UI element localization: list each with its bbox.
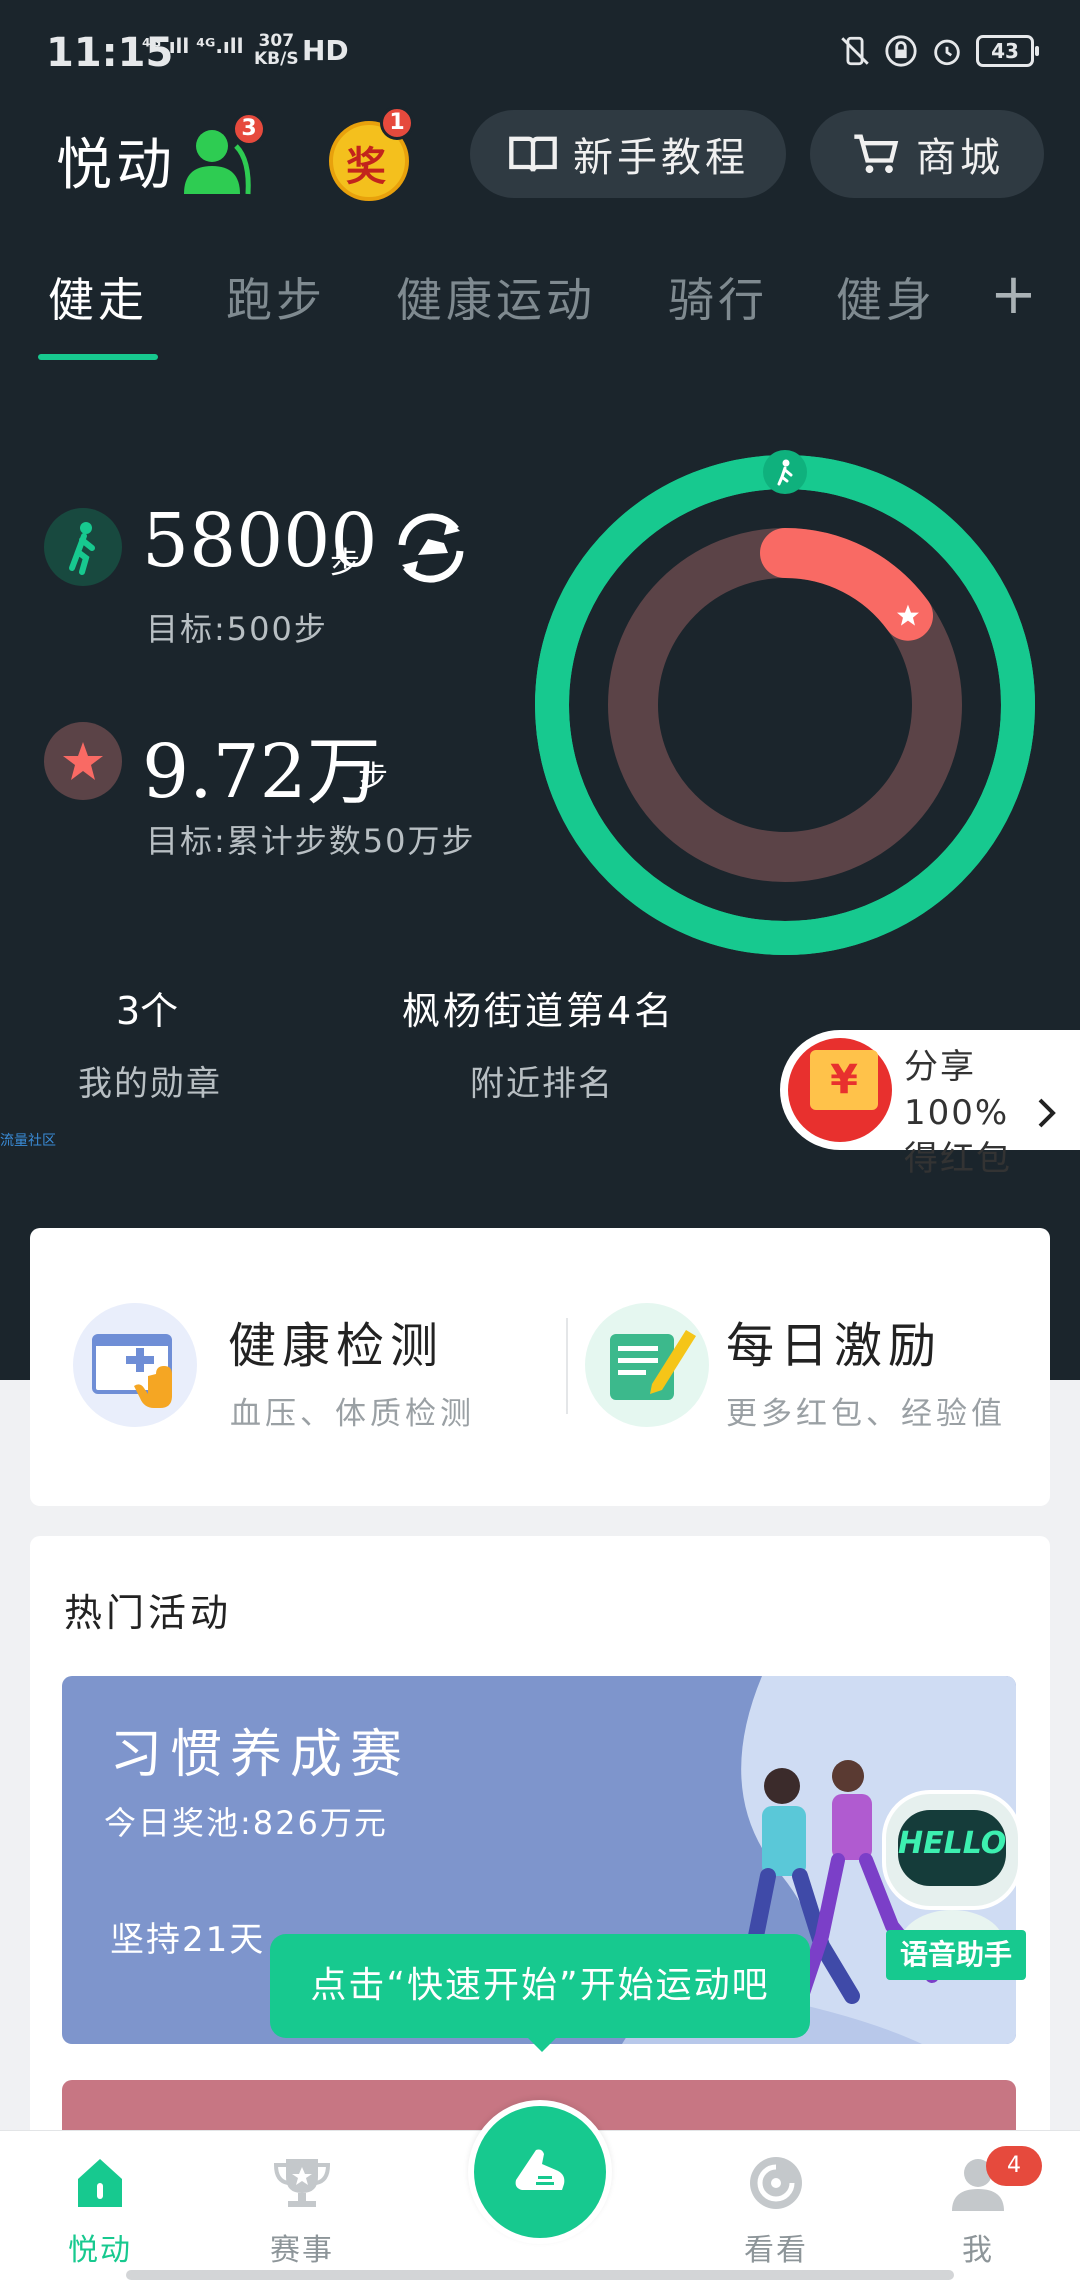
chevron-right-icon <box>1038 1098 1056 1128</box>
health-check-title: 健康检测 <box>228 1318 445 1374</box>
medals-count[interactable]: 3个 <box>116 980 178 1035</box>
vibrate-mute-icon <box>841 36 869 66</box>
battery-icon: 43 <box>976 35 1039 67</box>
nav-events-label: 赛事 <box>270 2233 334 2268</box>
share-red-packet-button[interactable]: ¥ 分享100% 得红包 <box>780 1030 1080 1179</box>
hd-icon: HD <box>302 34 349 67</box>
cart-icon <box>854 134 899 174</box>
daily-reward-entry[interactable]: 每日激励 更多红包、经验值 <box>570 1228 1050 1506</box>
status-bar: 11:15 ⁴ᴳ.ıll ⁴ᴳ.ıll 307 KB/S HD 43 <box>0 0 1080 110</box>
walk-stat-icon <box>44 508 122 586</box>
tab-walking[interactable]: 健走 <box>48 264 148 330</box>
red-packet-line2: 得红包 <box>904 1139 1012 1179</box>
tab-cycling[interactable]: 骑行 <box>668 264 768 330</box>
active-tab-indicator <box>38 354 158 360</box>
robot-screen-text: HELLO <box>898 1826 1007 1861</box>
banner-prize-pool: 今日奖池:826万元 <box>104 1804 388 1842</box>
sync-device-icon[interactable] <box>388 505 474 591</box>
voice-assistant-label[interactable]: 语音助手 <box>886 1930 1026 1980</box>
nearby-rank-value[interactable]: 枫杨街道第4名 <box>402 980 675 1035</box>
nav-profile-label: 我 <box>962 2233 994 2268</box>
status-icons: 43 <box>838 34 1039 68</box>
nav-browse-label: 看看 <box>744 2233 808 2268</box>
medals-label[interactable]: 我的勋章 <box>78 1056 222 1105</box>
home-icon <box>78 2159 122 2207</box>
star-stat-icon <box>44 722 122 800</box>
nav-home-label: 悦动 <box>68 2233 132 2268</box>
sneaker-icon <box>515 2149 565 2190</box>
book-icon <box>509 136 557 172</box>
nav-events[interactable]: 赛事 <box>232 2131 372 2280</box>
red-packet-symbol: ¥ <box>810 1050 878 1110</box>
network-speed-unit: KB/S <box>254 49 299 69</box>
home-indicator <box>126 2270 954 2280</box>
tab-running[interactable]: 跑步 <box>226 264 326 330</box>
banner-description: 坚持21天 <box>110 1920 266 1960</box>
quick-start-tooltip: 点击“快速开始”开始运动吧 <box>270 1934 810 2052</box>
signal-icon: ⁴ᴳ.ıll ⁴ᴳ.ıll <box>142 34 244 58</box>
steps-goal: 目标:500步 <box>146 610 328 648</box>
daily-reward-icon <box>585 1303 709 1427</box>
health-check-entry[interactable]: 健康检测 血压、体质检测 <box>30 1228 540 1506</box>
trophy-icon <box>273 2159 331 2207</box>
steps-unit: 步 <box>330 546 360 581</box>
shop-button[interactable]: 商城 <box>810 110 1044 198</box>
tutorial-label: 新手教程 <box>573 135 749 181</box>
friends-badge: 3 <box>232 112 266 146</box>
daily-reward-subtitle: 更多红包、经验值 <box>726 1396 1006 1432</box>
alarm-icon <box>934 39 960 66</box>
app-title: 悦动 <box>56 133 176 198</box>
tab-fitness[interactable]: 健身 <box>836 264 936 330</box>
health-check-subtitle: 血压、体质检测 <box>230 1396 475 1432</box>
total-steps-unit: 步 <box>358 760 388 795</box>
nearby-rank-label[interactable]: 附近排名 <box>470 1056 614 1105</box>
hot-activities-title: 热门活动 <box>64 1591 233 1635</box>
quick-start-button[interactable] <box>468 2100 612 2244</box>
network-speed: 307 KB/S <box>254 32 299 68</box>
top-bar: 悦动 3 奖 1 新手教程 商城 <box>0 106 1080 202</box>
progress-rings <box>535 450 1035 955</box>
tutorial-button[interactable]: 新手教程 <box>470 110 786 198</box>
prize-button[interactable]: 奖 1 <box>326 106 414 202</box>
total-steps-value: 9.72万 <box>142 729 381 815</box>
tab-health-exercise[interactable]: 健康运动 <box>396 264 596 330</box>
prize-label: 奖 <box>346 144 386 190</box>
add-tab-button[interactable]: + <box>990 267 1037 323</box>
walker-marker-icon <box>763 450 807 494</box>
friends-button[interactable]: 3 <box>180 112 266 198</box>
daily-reward-title: 每日激励 <box>726 1318 943 1374</box>
network-speed-value: 307 <box>258 31 295 51</box>
total-steps-goal: 目标:累计步数50万步 <box>146 822 476 860</box>
sport-tabs: 健走 跑步 健康运动 骑行 健身 + <box>0 250 1080 360</box>
feature-divider <box>566 1318 568 1414</box>
prize-badge: 1 <box>380 106 414 140</box>
banner-title: 习惯养成赛 <box>110 1725 411 1785</box>
community-link[interactable]: 流量社区 <box>0 1130 56 1150</box>
red-packet-line1: 分享100% <box>904 1047 1010 1133</box>
red-packet-icon: ¥ <box>788 1038 892 1142</box>
browse-icon <box>750 2157 802 2209</box>
profile-badge: 4 <box>986 2146 1042 2186</box>
shop-label: 商城 <box>916 135 1004 181</box>
lock-rotation-icon <box>885 35 917 67</box>
health-check-icon <box>73 1303 197 1427</box>
nav-home[interactable]: 悦动 <box>30 2131 170 2280</box>
nav-browse[interactable]: 看看 <box>706 2131 846 2280</box>
feature-card: 健康检测 血压、体质检测 每日激励 更多红包、经验值 <box>30 1228 1050 1506</box>
